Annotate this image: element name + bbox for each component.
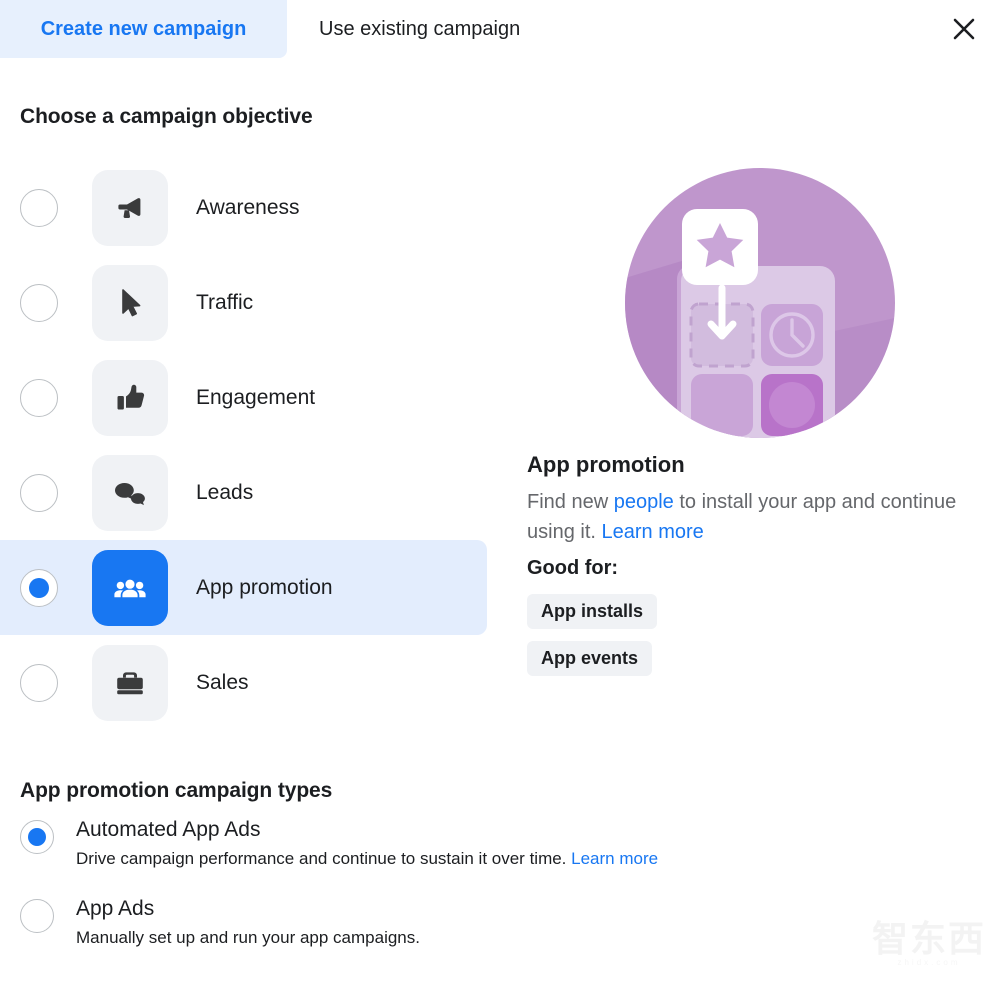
type-desc-text: Drive campaign performance and continue … [76,849,572,868]
tab-use-existing-campaign[interactable]: Use existing campaign [287,0,552,58]
type-label-app-ads: App Ads [76,897,155,920]
app-promotion-illustration [625,168,895,438]
type-desc-app-ads: Manually set up and run your app campaig… [76,928,420,947]
campaign-types-title: App promotion campaign types [20,779,333,802]
watermark-main: 智东西 [871,918,986,959]
objective-label-app-promotion: App promotion [196,575,333,599]
type-row-automated-app-ads[interactable]: Automated App Ads Drive campaign perform… [20,818,840,871]
cursor-icon [92,264,168,341]
automated-learn-more-link[interactable]: Learn more [571,849,658,868]
watermark: 智东西 zhidx.com [871,918,986,968]
learn-more-link[interactable]: Learn more [601,521,703,543]
type-row-app-ads[interactable]: App Ads Manually set up and run your app… [20,897,840,950]
campaign-types-list: Automated App Ads Drive campaign perform… [20,818,840,976]
speech-bubbles-icon [92,454,168,531]
type-label-automated-app-ads: Automated App Ads [76,818,261,841]
objective-list: Awareness Traffic Engagement Leads App p… [0,160,500,730]
radio-app-promotion[interactable] [20,568,58,607]
tab-bar: Create new campaign Use existing campaig… [0,0,1000,58]
objective-row-traffic[interactable]: Traffic [0,255,500,350]
objective-row-app-promotion[interactable]: App promotion [0,540,487,635]
detail-title: App promotion [527,452,685,477]
objective-label-leads: Leads [196,480,254,504]
objective-row-engagement[interactable]: Engagement [0,350,500,445]
detail-desc-part1: Find new [527,491,614,513]
tab-create-new-campaign[interactable]: Create new campaign [0,0,287,58]
radio-app-ads[interactable] [20,899,54,933]
radio-sales[interactable] [20,663,58,702]
radio-automated-app-ads[interactable] [20,820,54,854]
objective-label-traffic: Traffic [196,290,254,314]
objective-row-awareness[interactable]: Awareness [0,160,500,255]
briefcase-icon [92,644,168,721]
campaign-objective-dialog: Create new campaign Use existing campaig… [0,0,1000,985]
objective-row-leads[interactable]: Leads [0,445,500,540]
tab-use-existing-campaign-label: Use existing campaign [319,17,521,40]
good-for-label: Good for: [527,557,619,579]
people-group-icon [92,549,168,626]
people-link[interactable]: people [614,491,674,513]
objective-label-engagement: Engagement [196,385,316,409]
radio-traffic[interactable] [20,283,58,322]
tab-create-new-campaign-label: Create new campaign [40,17,247,40]
watermark-sub: zhidx.com [897,958,961,967]
tag-app-installs: App installs [527,594,658,629]
close-icon[interactable] [946,11,982,47]
tag-app-events: App events [527,641,653,676]
radio-leads[interactable] [20,473,58,512]
detail-description: Find new people to install your app and … [527,487,957,547]
objective-detail-panel: App promotion Find new people to install… [527,452,957,688]
good-for-tags: App installs [527,594,957,641]
objective-section-title: Choose a campaign objective [20,105,313,128]
objective-label-sales: Sales [196,670,249,694]
thumbs-up-icon [92,359,168,436]
type-desc-automated-app-ads: Drive campaign performance and continue … [76,847,658,871]
objective-row-sales[interactable]: Sales [0,635,500,730]
objective-label-awareness: Awareness [196,195,300,219]
megaphone-icon [92,169,168,246]
radio-engagement[interactable] [20,378,58,417]
radio-awareness[interactable] [20,188,58,227]
